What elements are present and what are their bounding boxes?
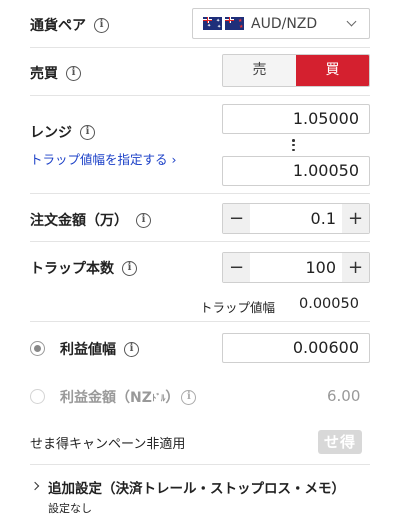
side-toggle: 売 買	[222, 54, 370, 87]
sell-button[interactable]: 売	[223, 55, 296, 86]
side-label: 売買	[30, 66, 58, 82]
info-icon[interactable]: i	[80, 124, 95, 140]
profit-amount-label: 利益金額（NZ	[60, 390, 152, 406]
trap-order-panel: 通貨ペア i ✦ ✦ ✦ ★ ★ AUD/NZD 売買 i 売 買 レンジ i …	[0, 0, 400, 520]
profit-width-radio[interactable]	[30, 341, 45, 356]
campaign-badge: せ得	[318, 430, 362, 454]
profit-amount-label-wrap: 利益金額（NZ ﾄﾞﾙ） i	[60, 387, 197, 407]
profit-amount-label-end: ）	[165, 390, 180, 406]
increment-button[interactable]: +	[342, 253, 369, 282]
additional-settings-title[interactable]: 追加設定（決済トレール・ストップロス・メモ）	[48, 477, 345, 497]
info-icon[interactable]: i	[181, 389, 197, 405]
currency-pair-select[interactable]: ✦ ✦ ✦ ★ ★ AUD/NZD	[192, 8, 370, 39]
chevron-right-icon	[30, 481, 40, 491]
increment-button[interactable]: +	[342, 204, 369, 233]
profit-width-label: 利益値幅	[60, 342, 116, 358]
trap-count-label: トラップ本数	[30, 261, 114, 277]
australia-flag-icon: ✦ ✦ ✦	[203, 17, 222, 30]
side-label-wrap: 売買 i	[30, 63, 81, 83]
trap-count-label-wrap: トラップ本数 i	[30, 258, 137, 278]
range-upper-input[interactable]: 1.05000	[222, 104, 370, 134]
currency-pair-label-wrap: 通貨ペア i	[30, 15, 109, 35]
trap-count-stepper: − 100 +	[222, 252, 370, 283]
profit-amount-unit: ﾄﾞﾙ	[151, 393, 166, 404]
range-separator-dots-icon	[292, 139, 295, 151]
decrement-button[interactable]: −	[223, 253, 250, 282]
divider	[30, 464, 370, 465]
info-icon[interactable]: i	[122, 260, 137, 276]
profit-width-label-wrap: 利益値幅 i	[60, 339, 139, 359]
trap-width-link[interactable]: トラップ値幅を指定する ›	[30, 149, 176, 168]
buy-button[interactable]: 買	[296, 55, 369, 86]
chevron-down-icon	[346, 16, 357, 27]
currency-pair-value: AUD/NZD	[251, 15, 318, 32]
profit-amount-value: 6.00	[327, 387, 361, 405]
info-icon[interactable]: i	[124, 341, 139, 357]
additional-settings-subtitle: 設定なし	[48, 502, 92, 515]
order-amount-stepper: − 0.1 +	[222, 203, 370, 234]
trap-width-label: トラップ値幅	[200, 300, 276, 315]
campaign-text: せま得キャンペーン非適用	[30, 437, 186, 452]
new-zealand-flag-icon: ★ ★	[225, 17, 244, 30]
range-lower-input[interactable]: 1.00050	[222, 156, 370, 186]
range-label: レンジ	[30, 125, 72, 141]
info-icon[interactable]: i	[66, 65, 81, 81]
profit-width-input[interactable]: 0.00600	[222, 333, 370, 363]
info-icon[interactable]: i	[94, 17, 109, 33]
range-label-wrap: レンジ i	[30, 122, 95, 142]
currency-pair-label: 通貨ペア	[30, 18, 86, 34]
profit-amount-radio[interactable]	[30, 389, 45, 404]
order-amount-value[interactable]: 0.1	[250, 209, 342, 228]
order-amount-label: 注文金額（万）	[30, 213, 128, 229]
decrement-button[interactable]: −	[223, 204, 250, 233]
trap-width-value: 0.00050	[299, 296, 359, 312]
info-icon[interactable]: i	[136, 212, 151, 228]
trap-count-value[interactable]: 100	[250, 258, 342, 277]
order-amount-label-wrap: 注文金額（万） i	[30, 210, 151, 230]
